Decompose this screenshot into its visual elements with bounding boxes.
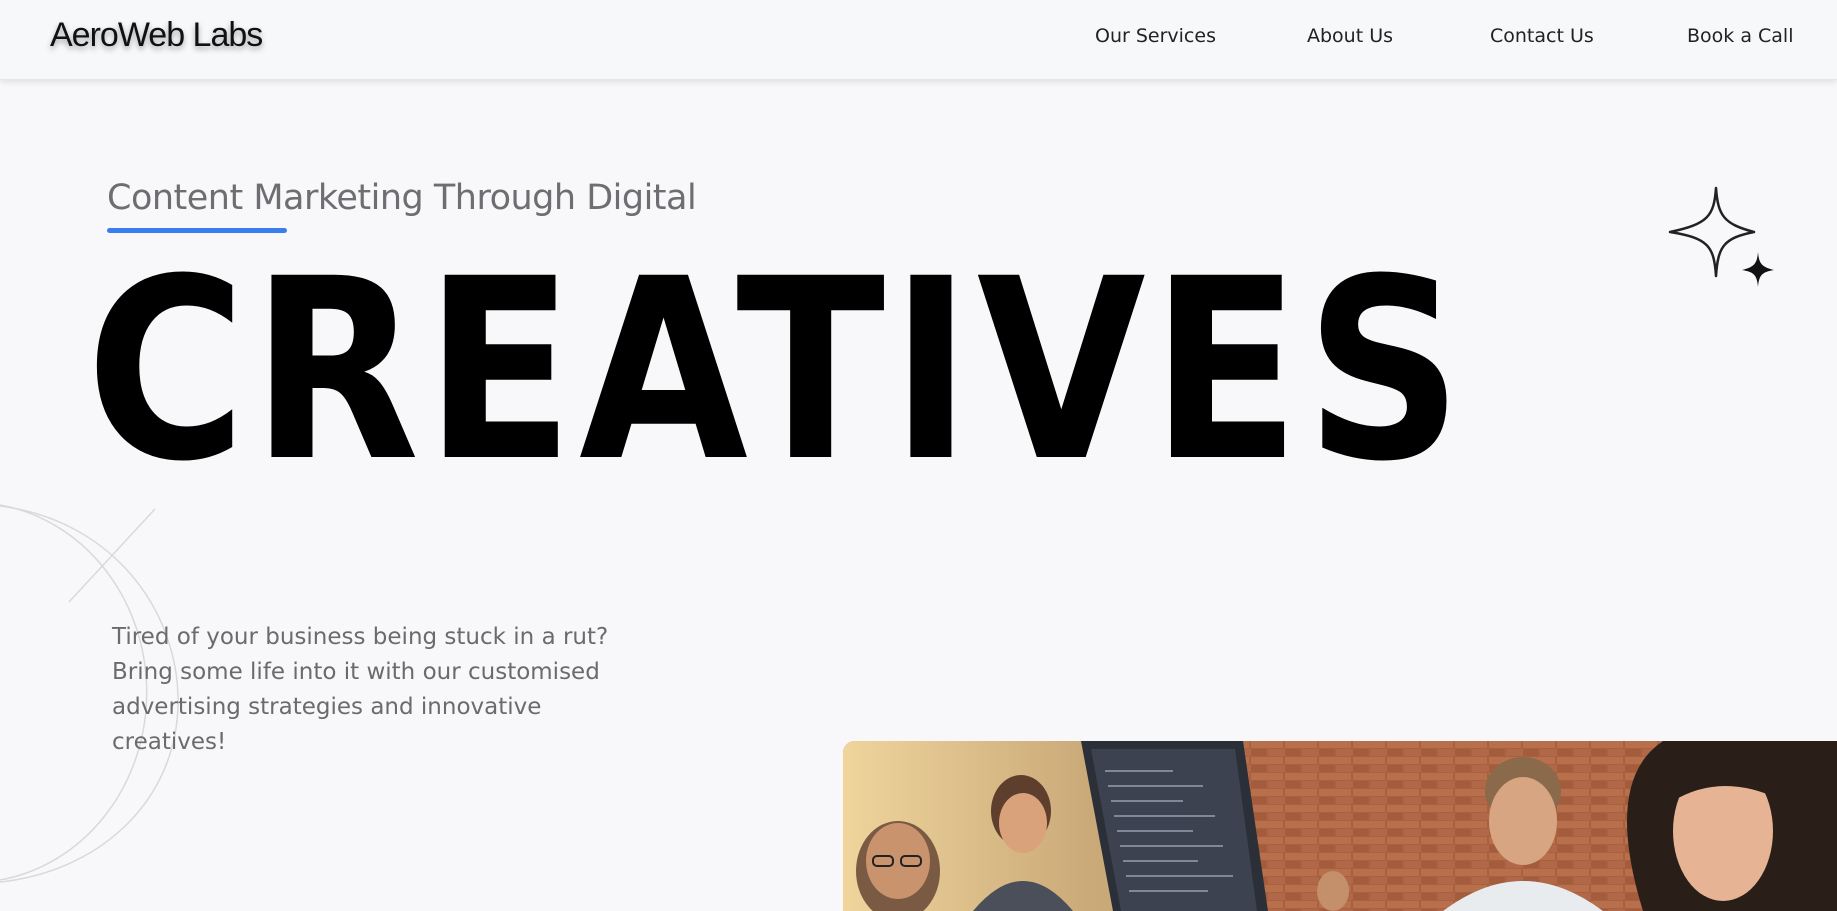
hero-eyebrow: Content Marketing Through Digital	[107, 178, 697, 218]
hero-description: Tired of your business being stuck in a …	[112, 624, 609, 755]
sparkle-stars-icon	[1668, 186, 1774, 287]
nav-about-us[interactable]: About Us	[1307, 25, 1393, 47]
hero-title: CREATIVES	[86, 225, 1468, 516]
site-header: AeroWeb Labs Our Services About Us Conta…	[0, 0, 1837, 80]
hero-team-photo	[843, 741, 1837, 911]
nav-contact-us[interactable]: Contact Us	[1490, 25, 1594, 47]
logo[interactable]: AeroWeb Labs	[50, 16, 263, 55]
nav-our-services[interactable]: Our Services	[1095, 25, 1216, 47]
team-working-at-computers-photo	[843, 741, 1837, 911]
nav-book-a-call[interactable]: Book a Call	[1687, 25, 1793, 47]
